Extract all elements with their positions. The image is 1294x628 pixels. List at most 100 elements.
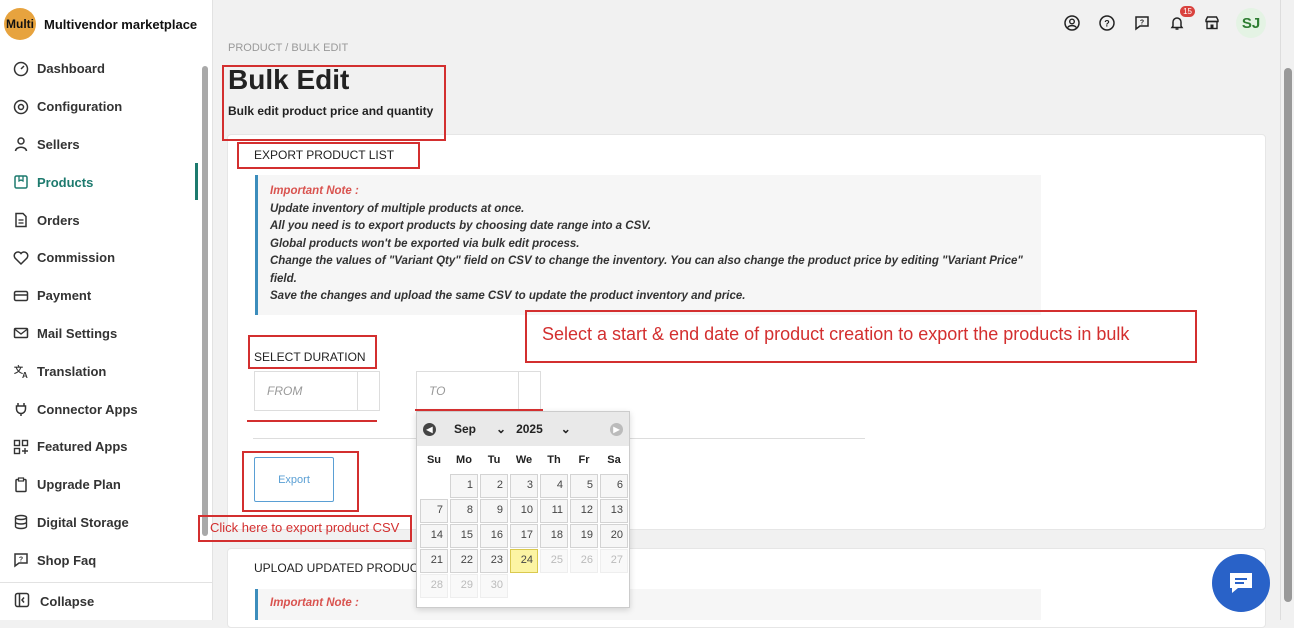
weekday-header: Su Mo Tu We Th Fr Sa: [417, 454, 629, 466]
sidebar-item-payment[interactable]: Payment: [0, 277, 200, 315]
sidebar-item-label: Connector Apps: [37, 401, 138, 417]
feedback-icon[interactable]: ?: [1131, 12, 1153, 34]
prev-month-icon[interactable]: ◀: [423, 422, 436, 436]
month-select[interactable]: Sep ⌄: [454, 422, 506, 436]
chevron-down-icon: ⌄: [496, 422, 507, 436]
sidebar-item-label: Upgrade Plan: [37, 477, 121, 493]
day-grid: 1 2 3 4 5 6 7 8 9 10 11 12 13 14 15 16 17 18 19 20 21 22 23 24 2…: [417, 474, 629, 598]
weekday-label: Su: [426, 454, 442, 466]
sidebar-item-mail-settings[interactable]: Mail Settings: [0, 315, 200, 353]
note-title: Important Note :: [270, 185, 359, 197]
chevron-down-icon: ⌄: [560, 422, 571, 436]
sidebar-scroll-thumb[interactable]: [202, 66, 208, 536]
brand-name: Multivendor marketplace: [44, 16, 198, 32]
calendar-day[interactable]: 6: [600, 474, 628, 498]
sidebar-item-sellers[interactable]: Sellers: [0, 126, 200, 164]
calendar-day[interactable]: 13: [600, 499, 628, 523]
calendar-day[interactable]: 22: [450, 549, 478, 573]
calendar-day[interactable]: 5: [570, 474, 598, 498]
collapse-icon: [14, 592, 30, 611]
sidebar-item-commission[interactable]: Commission: [0, 239, 200, 277]
calendar-day[interactable]: 12: [570, 499, 598, 523]
sidebar: Multi Multivendor marketplace Dashboard C…: [0, 0, 213, 620]
calendar-empty-cell: [420, 474, 448, 498]
note-line: Change the values of "Variant Qty" field…: [270, 255, 1023, 285]
sidebar-item-orders[interactable]: Orders: [0, 201, 200, 239]
sidebar-item-label: Dashboard: [37, 61, 105, 77]
calendar-day[interactable]: 1: [450, 474, 478, 498]
calendar-day[interactable]: 18: [540, 524, 568, 548]
sidebar-item-digital-storage[interactable]: Digital Storage: [0, 504, 200, 542]
date-hint: Select a start & end date of product cre…: [542, 324, 1130, 344]
year-value: 2025: [516, 422, 543, 436]
calendar-day[interactable]: 3: [510, 474, 538, 498]
notification-badge: 15: [1180, 6, 1195, 17]
sidebar-item-translation[interactable]: 文 A Translation: [0, 352, 200, 390]
chat-button[interactable]: [1212, 554, 1270, 612]
to-date-input[interactable]: TO: [416, 371, 541, 411]
help-icon[interactable]: ?: [1096, 12, 1118, 34]
calendar-day[interactable]: 19: [570, 524, 598, 548]
store-icon[interactable]: [1201, 12, 1223, 34]
database-icon: [13, 514, 29, 530]
from-calendar-button[interactable]: [357, 372, 379, 410]
orders-icon: [13, 212, 29, 228]
calendar-day[interactable]: 14: [420, 524, 448, 548]
sidebar-item-upgrade-plan[interactable]: Upgrade Plan: [0, 466, 200, 504]
calendar-day[interactable]: 24: [510, 549, 538, 573]
calendar-day: 25: [540, 549, 568, 573]
calendar-day[interactable]: 21: [420, 549, 448, 573]
calendar-day[interactable]: 2: [480, 474, 508, 498]
to-date-field[interactable]: TO: [417, 372, 518, 410]
calendar-day[interactable]: 7: [420, 499, 448, 523]
sidebar-item-shop-faq[interactable]: ? Shop Faq: [0, 541, 200, 579]
calendar-day[interactable]: 23: [480, 549, 508, 573]
page-scrollbar[interactable]: [1280, 0, 1294, 620]
sidebar-item-connector-apps[interactable]: Connector Apps: [0, 390, 200, 428]
sidebar-scrollbar[interactable]: [200, 58, 210, 578]
account-icon[interactable]: [1061, 12, 1083, 34]
apps-icon: [13, 439, 29, 455]
from-date-input[interactable]: FROM: [254, 371, 380, 411]
sidebar-item-configuration[interactable]: Configuration: [0, 88, 200, 126]
weekday-label: Fr: [578, 454, 590, 466]
calendar-day: 29: [450, 574, 478, 598]
year-select[interactable]: 2025 ⌄: [516, 422, 571, 436]
sidebar-item-dashboard[interactable]: Dashboard: [0, 50, 200, 88]
calendar-day[interactable]: 9: [480, 499, 508, 523]
calendar-day[interactable]: 8: [450, 499, 478, 523]
sidebar-item-label: Featured Apps: [37, 439, 128, 455]
sidebar-item-label: Digital Storage: [37, 514, 129, 530]
calendar-day[interactable]: 4: [540, 474, 568, 498]
svg-text:A: A: [22, 371, 28, 379]
month-value: Sep: [454, 422, 477, 436]
weekday-label: Sa: [607, 454, 621, 466]
notification-bell-icon[interactable]: 15: [1166, 6, 1195, 34]
svg-text:?: ?: [1104, 19, 1110, 29]
calendar-day[interactable]: 11: [540, 499, 568, 523]
page-scroll-thumb[interactable]: [1284, 68, 1292, 602]
clipboard-icon: [13, 477, 29, 493]
sidebar-item-products[interactable]: Products: [0, 163, 200, 201]
duration-annotation-box: [248, 335, 377, 369]
payment-icon: [13, 288, 29, 304]
sidebar-item-label: Orders: [37, 212, 80, 228]
calendar-day[interactable]: 15: [450, 524, 478, 548]
calendar-day[interactable]: 10: [510, 499, 538, 523]
heading-annotation-box: [237, 142, 420, 169]
calendar-day[interactable]: 20: [600, 524, 628, 548]
to-underline: [415, 409, 543, 411]
avatar[interactable]: SJ: [1236, 8, 1266, 38]
brand[interactable]: Multi Multivendor marketplace: [4, 8, 197, 40]
from-date-field[interactable]: FROM: [255, 372, 357, 410]
user-icon: [13, 136, 29, 152]
calendar-day[interactable]: 17: [510, 524, 538, 548]
top-bar: ? ? 15 SJ: [213, 0, 1280, 46]
calendar-day[interactable]: 16: [480, 524, 508, 548]
breadcrumb: PRODUCT / BULK EDIT: [228, 42, 349, 52]
sidebar-item-label: Translation: [37, 363, 107, 379]
next-month-icon[interactable]: ▶: [610, 422, 623, 436]
sidebar-item-featured-apps[interactable]: Featured Apps: [0, 428, 200, 466]
to-calendar-button[interactable]: [518, 372, 540, 410]
collapse-button[interactable]: Collapse: [0, 582, 213, 620]
